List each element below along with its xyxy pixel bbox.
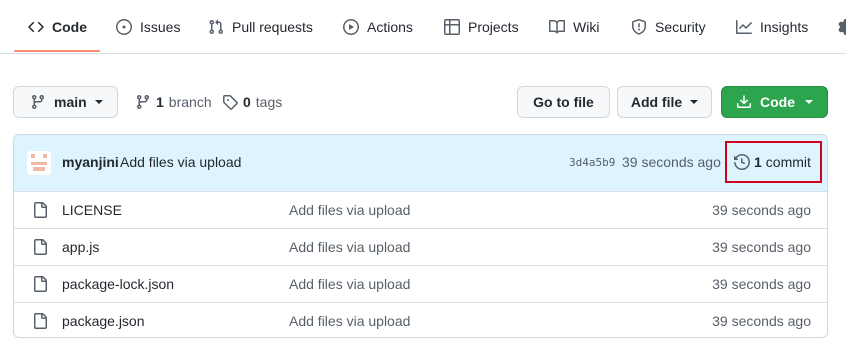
file-time: 39 seconds ago bbox=[712, 239, 811, 255]
tab-insights[interactable]: Insights bbox=[736, 0, 808, 53]
book-icon bbox=[549, 19, 565, 35]
repo-nav: Code Issues Pull requests Actions Projec… bbox=[0, 0, 846, 54]
tab-actions-label: Actions bbox=[367, 18, 413, 35]
tab-projects[interactable]: Projects bbox=[444, 0, 519, 53]
tags-link[interactable]: 0 tags bbox=[222, 86, 282, 118]
commit-count-highlight-box bbox=[725, 141, 822, 183]
tab-settings-partial[interactable] bbox=[838, 0, 846, 53]
tab-pull-requests[interactable]: Pull requests bbox=[208, 0, 313, 53]
chevron-down-icon bbox=[94, 100, 103, 104]
commit-time: 39 seconds ago bbox=[622, 154, 721, 170]
tag-word: tags bbox=[255, 94, 283, 110]
code-dropdown-button[interactable]: Code bbox=[721, 86, 828, 118]
file-time: 39 seconds ago bbox=[712, 202, 811, 218]
tab-projects-label: Projects bbox=[468, 18, 519, 35]
tag-count: 0 bbox=[243, 94, 251, 110]
play-icon bbox=[343, 18, 359, 35]
table-row[interactable]: app.js Add files via upload 39 seconds a… bbox=[14, 228, 827, 265]
tab-wiki-label: Wiki bbox=[573, 18, 600, 35]
file-time: 39 seconds ago bbox=[712, 313, 811, 329]
code-icon bbox=[28, 19, 44, 35]
file-commit-message[interactable]: Add files via upload bbox=[289, 313, 410, 329]
branch-word: branch bbox=[168, 94, 212, 110]
chevron-down-icon bbox=[805, 100, 813, 104]
branch-select-label: main bbox=[54, 94, 87, 110]
commit-message[interactable]: Add files via upload bbox=[120, 154, 241, 170]
file-name[interactable]: app.js bbox=[62, 239, 99, 255]
tab-actions[interactable]: Actions bbox=[343, 0, 413, 53]
file-name[interactable]: package.json bbox=[62, 313, 145, 329]
commit-sha[interactable]: 3d4a5b9 bbox=[569, 156, 615, 169]
file-icon bbox=[32, 239, 48, 255]
commit-author[interactable]: myanjini bbox=[62, 154, 119, 170]
table-row[interactable]: package-lock.json Add files via upload 3… bbox=[14, 265, 827, 302]
file-icon bbox=[32, 276, 48, 292]
git-pull-request-icon bbox=[208, 19, 224, 35]
tab-issues-label: Issues bbox=[140, 18, 181, 35]
file-time: 39 seconds ago bbox=[712, 276, 811, 292]
tab-insights-label: Insights bbox=[760, 18, 809, 35]
branch-select-button[interactable]: main bbox=[13, 86, 118, 118]
table-icon bbox=[444, 18, 460, 35]
gear-icon bbox=[838, 18, 846, 35]
file-icon bbox=[32, 313, 48, 329]
graph-icon bbox=[736, 19, 752, 35]
latest-commit-bar: myanjini Add files via upload 3d4a5b9 39… bbox=[14, 135, 827, 192]
tab-code-label: Code bbox=[52, 18, 87, 35]
git-branch-icon bbox=[30, 94, 46, 110]
tab-security-label: Security bbox=[655, 18, 706, 35]
tab-issues[interactable]: Issues bbox=[116, 0, 180, 53]
file-commit-message[interactable]: Add files via upload bbox=[289, 276, 410, 292]
table-row[interactable]: LICENSE Add files via upload 39 seconds … bbox=[14, 191, 827, 228]
chevron-down-icon bbox=[690, 100, 699, 104]
branch-count: 1 bbox=[156, 94, 164, 110]
tab-code[interactable]: Code bbox=[28, 0, 87, 53]
file-commit-message[interactable]: Add files via upload bbox=[289, 239, 410, 255]
active-tab-underline bbox=[14, 50, 100, 52]
issue-opened-icon bbox=[116, 18, 132, 35]
download-icon bbox=[736, 94, 752, 110]
avatar[interactable] bbox=[27, 151, 51, 175]
branches-link[interactable]: 1 branch bbox=[135, 86, 212, 118]
tab-pull-requests-label: Pull requests bbox=[232, 18, 313, 35]
add-file-button[interactable]: Add file bbox=[617, 86, 712, 118]
file-name[interactable]: LICENSE bbox=[62, 202, 122, 218]
file-commit-message[interactable]: Add files via upload bbox=[289, 202, 410, 218]
file-name[interactable]: package-lock.json bbox=[62, 276, 174, 292]
tab-security[interactable]: Security bbox=[631, 0, 706, 53]
table-row[interactable]: package.json Add files via upload 39 sec… bbox=[14, 302, 827, 337]
shield-icon bbox=[631, 18, 647, 35]
tab-wiki[interactable]: Wiki bbox=[549, 0, 599, 53]
add-file-label: Add file bbox=[630, 94, 683, 110]
file-browser: myanjini Add files via upload 3d4a5b9 39… bbox=[13, 134, 828, 338]
go-to-file-button[interactable]: Go to file bbox=[517, 86, 610, 118]
go-to-file-label: Go to file bbox=[533, 94, 594, 110]
git-branch-icon bbox=[135, 94, 151, 110]
tag-icon bbox=[222, 94, 238, 110]
file-icon bbox=[32, 202, 48, 218]
code-button-label: Code bbox=[760, 94, 795, 110]
